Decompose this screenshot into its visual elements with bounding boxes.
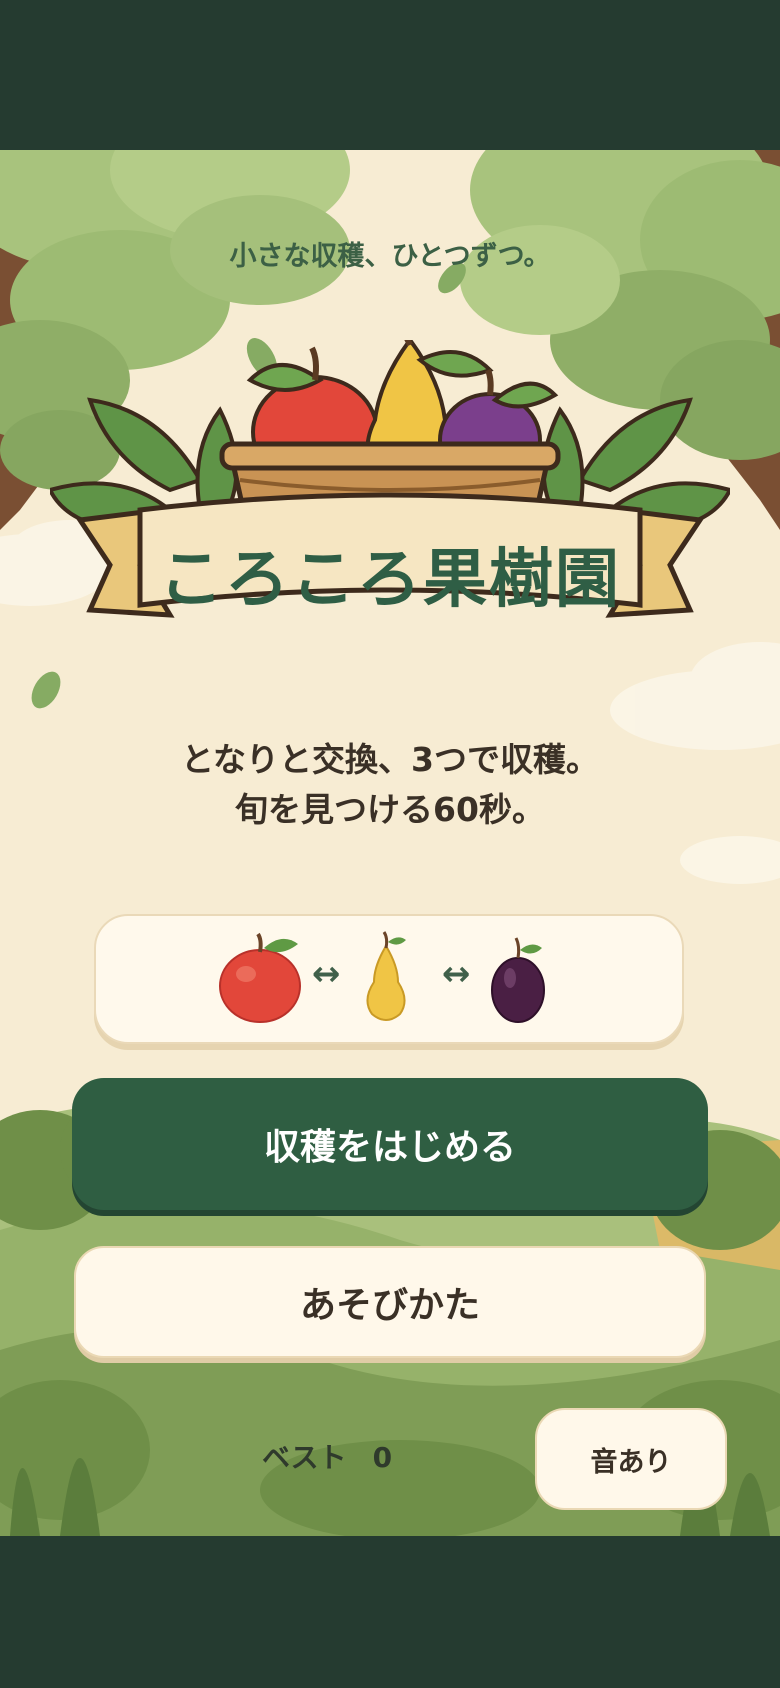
best-score: ベスト 0 [262, 1436, 418, 1476]
tagline: 小さな収穫、ひとつずつ。 [229, 241, 551, 272]
start-harvest-button[interactable]: 収穫をはじめる [72, 1078, 708, 1210]
game-description: となりと交換、3つで収穫。 旬を見つける60秒。 [0, 735, 780, 835]
title-screen: 小さな収穫、ひとつずつ。 ころころ果樹園 となりと交換、3つで収穫。 旬を見つけ… [0, 150, 780, 1536]
how-to-play-button[interactable]: あそびかた [74, 1246, 706, 1358]
apple-icon [219, 932, 301, 1023]
swap-arrow-1: ↔ [312, 954, 341, 994]
best-score-label: ベスト [262, 1441, 347, 1474]
top-frame-bar [0, 0, 780, 150]
sound-toggle-button[interactable]: 音あり [535, 1408, 727, 1510]
pear-icon [366, 931, 406, 1021]
plum-icon [491, 937, 545, 1023]
game-title: ころころ果樹園 [159, 542, 621, 617]
description-line-2: 旬を見つける60秒。 [235, 790, 545, 829]
description-line-1: となりと交換、3つで収穫。 [181, 740, 599, 779]
swap-demo-card: ↔ ↔ [94, 914, 684, 1044]
bottom-frame-bar [0, 1536, 780, 1688]
best-score-value: 0 [372, 1441, 393, 1474]
swap-arrow-2: ↔ [442, 954, 471, 994]
